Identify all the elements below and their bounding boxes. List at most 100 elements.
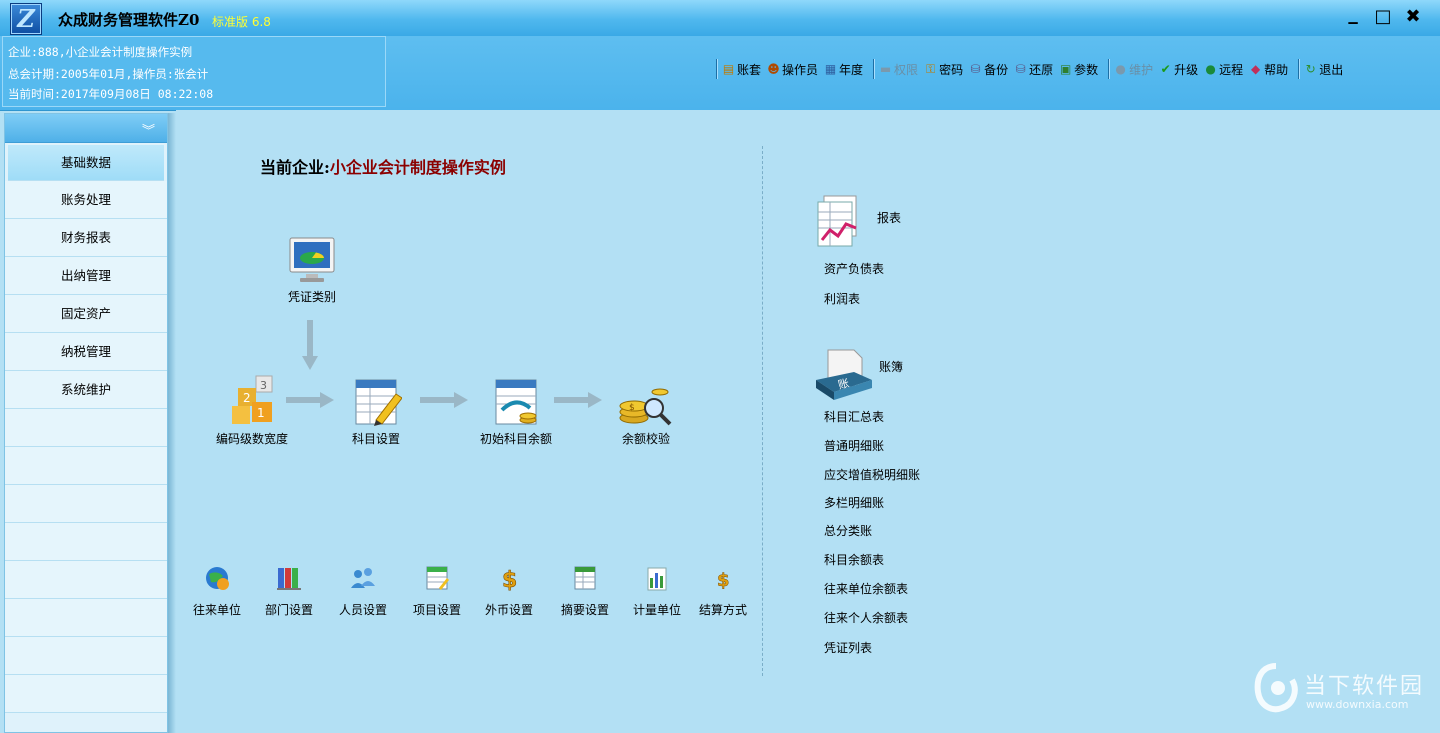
collapse-chevron-icon[interactable]: ︾ <box>142 120 155 139</box>
close-button[interactable]: ✖ <box>1402 6 1424 28</box>
toolbar-separator <box>716 59 718 79</box>
sidebar-item-fixed-assets[interactable]: 固定资产 <box>5 295 167 333</box>
year-button[interactable]: ▦ 年度 <box>824 61 863 78</box>
app-edition: 标准版 6.8 <box>212 15 271 29</box>
sidebar-item-financial-reports[interactable]: 财务报表 <box>5 219 167 257</box>
help-book-icon: ◆ <box>1251 61 1261 76</box>
permission-button[interactable]: ▬ 权限 <box>879 61 918 78</box>
app-logo-icon: Z <box>10 3 42 35</box>
password-button[interactable]: ⚿ 密码 <box>924 61 963 78</box>
sidebar-empty-row <box>5 675 167 713</box>
coins-magnifier-icon: $ <box>619 388 672 426</box>
unit-measure-node[interactable]: 计量单位 <box>628 564 686 618</box>
calendar-icon: ▦ <box>824 61 837 76</box>
session-info: 企业:888,小企业会计制度操作实例 总会计期:2005年01月,操作员:张会计… <box>2 36 386 107</box>
exit-icon: ↻ <box>1305 61 1316 76</box>
monitor-chart-icon <box>289 237 335 282</box>
sheet-pencil-icon <box>355 379 402 426</box>
toolbar-separator <box>873 59 876 79</box>
help-button[interactable]: ◆ 帮助 <box>1249 61 1288 78</box>
upgrade-button[interactable]: ✔ 升级 <box>1159 61 1199 78</box>
sidebar-empty-row <box>5 599 167 637</box>
voucher-type-node[interactable]: 凭证类别 <box>276 234 348 305</box>
subject-setup-label: 科目设置 <box>351 432 400 446</box>
settings-icon: ▣ <box>1059 61 1072 76</box>
toolbar: ▤ 账套 ☻ 操作员 ▦ 年度 ▬ 权限 ⚿ 密码 ⛁ 备份 ⛁ 还原 ▣ 参数 ● 维护 ✔ 升级… <box>712 58 1349 80</box>
voucher-type-label: 凭证类别 <box>287 290 336 304</box>
project-node[interactable]: 项目设置 <box>408 564 466 618</box>
globe-icon: ● <box>1205 61 1216 76</box>
reports-title: 报表 <box>877 211 902 225</box>
globe-users-icon <box>206 567 229 590</box>
report-income-statement[interactable]: 利润表 <box>824 290 860 307</box>
ledger-multi-column[interactable]: 多栏明细账 <box>824 494 884 511</box>
sidebar-item-accounting[interactable]: 账务处理 <box>5 181 167 219</box>
svg-text:$: $ <box>717 570 730 591</box>
ledger-voucher-list[interactable]: 凭证列表 <box>824 639 872 656</box>
minimize-button[interactable]: ▁ <box>1342 6 1364 28</box>
ledger-vat-detail[interactable]: 应交增值税明细账 <box>824 466 920 483</box>
partner-unit-node[interactable]: 往来单位 <box>188 564 246 618</box>
summary-node[interactable]: 摘要设置 <box>556 564 614 618</box>
balance-check-label: 余额校验 <box>621 432 670 446</box>
watermark-name: 当下软件园 <box>1304 674 1425 699</box>
ledger-book-icon: 账 <box>816 349 872 400</box>
toolbar-separator <box>1298 59 1301 79</box>
operator-button[interactable]: ☻ 操作员 <box>767 61 818 78</box>
foreign-currency-node[interactable]: $ 外币设置 <box>480 564 538 618</box>
sidebar-item-system[interactable]: 系统维护 <box>5 371 167 409</box>
coin-dollar-icon: $ <box>717 570 730 592</box>
minimize-icon: ▁ <box>1348 10 1358 24</box>
bar-chart-icon <box>647 567 667 591</box>
company-name: 小企业会计制度操作实例 <box>329 158 506 177</box>
remote-button[interactable]: ● 远程 <box>1204 61 1243 78</box>
maintain-icon: ● <box>1115 61 1126 76</box>
zhangtao-button[interactable]: ▤ 账套 <box>722 61 761 78</box>
maintain-button[interactable]: ● 维护 <box>1114 61 1153 78</box>
dollar-icon: $ <box>502 568 518 594</box>
code-level-node[interactable]: 3 2 1 编码级数宽度 <box>200 374 304 447</box>
department-node[interactable]: 部门设置 <box>260 564 318 618</box>
sidebar-empty-row <box>5 637 167 675</box>
ledger-subject-summary[interactable]: 科目汇总表 <box>824 408 884 425</box>
info-period: 总会计期:2005年01月,操作员:张会计 <box>8 67 209 81</box>
ledger-book-icon: ▤ <box>722 61 735 76</box>
balance-check-node[interactable]: $ 余额校验 <box>612 382 680 447</box>
settlement-node[interactable]: $ 结算方式 <box>694 564 752 618</box>
arrow-right-icon <box>286 392 334 408</box>
ledger-subject-balance[interactable]: 科目余额表 <box>824 551 884 568</box>
ledger-partner-balance[interactable]: 往来单位余额表 <box>824 580 908 597</box>
numbered-blocks-icon: 3 2 1 <box>232 375 273 424</box>
sidebar-item-tax[interactable]: 纳税管理 <box>5 333 167 371</box>
sidebar-empty-row <box>5 409 167 447</box>
toolbar-separator <box>1108 59 1111 79</box>
subject-setup-node[interactable]: 科目设置 <box>344 376 408 447</box>
exit-button[interactable]: ↻ 退出 <box>1304 61 1344 78</box>
backup-button[interactable]: ⛁ 备份 <box>969 61 1009 78</box>
initial-balance-node[interactable]: 初始科目余额 <box>472 376 560 447</box>
arrow-right-icon <box>554 392 602 408</box>
check-icon: ✔ <box>1160 61 1171 76</box>
ledger-general-ledger[interactable]: 总分类账 <box>824 522 872 539</box>
users-icon: ☻ <box>767 61 780 76</box>
restore-icon: □ <box>1374 6 1392 27</box>
svg-text:$: $ <box>629 403 635 413</box>
ledger-personal-balance[interactable]: 往来个人余额表 <box>824 609 908 626</box>
watermark-logo-icon <box>1254 663 1298 713</box>
info-company: 企业:888,小企业会计制度操作实例 <box>8 45 193 59</box>
sidebar-item-cashier[interactable]: 出纳管理 <box>5 257 167 295</box>
svg-text:$: $ <box>502 568 517 592</box>
restore-button[interactable]: □ <box>1372 6 1394 28</box>
report-balance-sheet[interactable]: 资产负债表 <box>824 260 884 277</box>
restore-data-button[interactable]: ⛁ 还原 <box>1014 61 1054 78</box>
project-sheet-icon <box>426 566 449 590</box>
params-button[interactable]: ▣ 参数 <box>1059 61 1098 78</box>
backup-disk-icon: ⛁ <box>970 61 981 76</box>
close-icon: ✖ <box>1405 6 1421 27</box>
personnel-node[interactable]: 人员设置 <box>334 564 392 618</box>
sidebar-item-basic-data[interactable]: 基础数据 <box>8 145 164 181</box>
binders-icon <box>277 568 301 590</box>
header-strip: 企业:888,小企业会计制度操作实例 总会计期:2005年01月,操作员:张会计… <box>0 36 1440 111</box>
ledger-general-detail[interactable]: 普通明细账 <box>824 437 884 454</box>
sidebar-empty-row <box>5 485 167 523</box>
